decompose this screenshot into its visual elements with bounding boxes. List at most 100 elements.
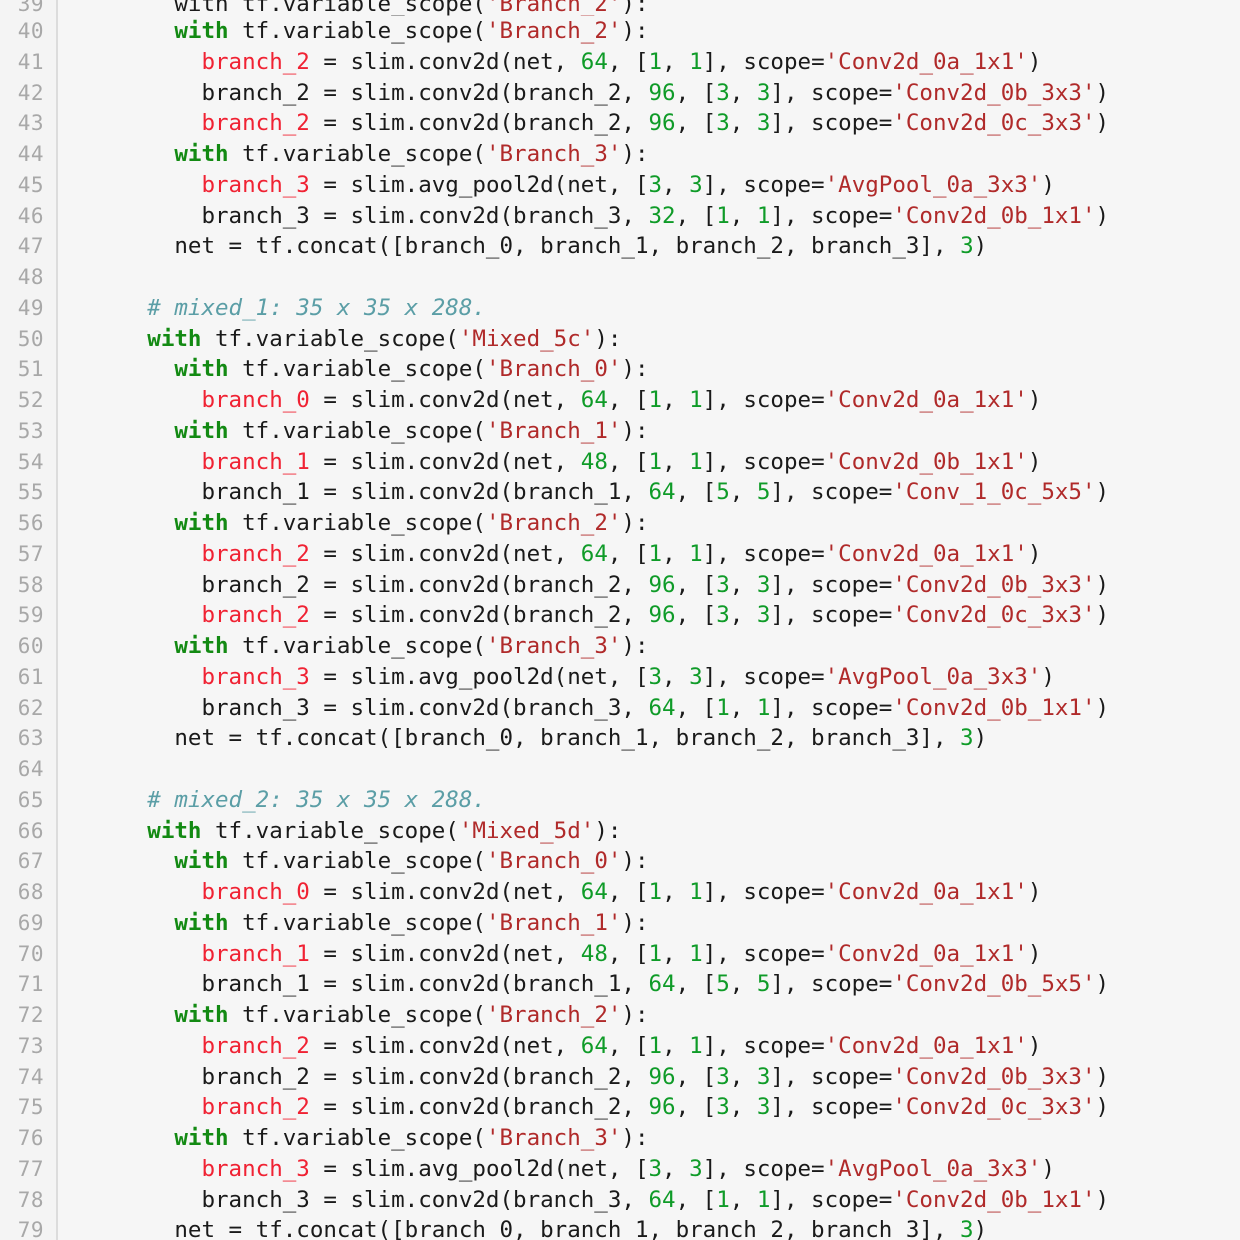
plain-token: tf.variable_scope(	[228, 848, 486, 875]
plain-token: branch_1 = slim.conv2d(branch_1,	[66, 479, 649, 506]
plain-token: ], scope=	[770, 971, 893, 998]
line-number: 45	[17, 172, 44, 197]
string-token: 'Mixed_5c'	[458, 325, 595, 352]
code-line[interactable]: with tf.variable_scope('Branch_2'):	[58, 0, 1240, 16]
code-line[interactable]: branch_3 = slim.avg_pool2d(net, [3, 3], …	[58, 1154, 1240, 1185]
line-number: 46	[17, 203, 44, 228]
code-line[interactable]	[58, 262, 1240, 293]
code-line[interactable]: with tf.variable_scope('Branch_0'):	[58, 846, 1240, 877]
code-line[interactable]: branch_3 = slim.conv2d(branch_3, 32, [1,…	[58, 201, 1240, 232]
number-token: 1	[648, 940, 663, 967]
string-token: 'AvgPool_0a_3x3'	[824, 663, 1042, 690]
plain-token: , [	[675, 479, 717, 506]
plain-token: )	[1095, 79, 1110, 106]
code-line[interactable]: with tf.variable_scope('Mixed_5d'):	[58, 816, 1240, 847]
plain-token: ,	[729, 694, 757, 721]
plain-token: ], scope=	[770, 110, 893, 137]
number-token: 1	[716, 1186, 730, 1213]
plain-token: ], scope=	[702, 448, 825, 475]
code-line[interactable]: net = tf.concat([branch_0, branch_1, bra…	[58, 231, 1240, 262]
plain-token: , [	[675, 79, 717, 106]
string-token: 'Conv_1_0c_5x5'	[892, 479, 1096, 506]
plain-token: tf.variable_scope(	[201, 325, 459, 352]
code-line[interactable]: with tf.variable_scope('Mixed_5c'):	[58, 324, 1240, 355]
line-number: 79	[17, 1218, 44, 1240]
code-line[interactable]: branch_1 = slim.conv2d(branch_1, 64, [5,…	[58, 969, 1240, 1000]
variable-token: branch_2	[201, 602, 310, 629]
number-token: 64	[580, 879, 608, 905]
code-line[interactable]: # mixed_2: 35 x 35 x 288.	[58, 785, 1240, 816]
plain-token: ], scope=	[770, 1094, 893, 1121]
code-line[interactable]: branch_2 = slim.conv2d(branch_2, 96, [3,…	[58, 570, 1240, 601]
plain-token: , [	[607, 540, 649, 567]
line-number: 73	[17, 1033, 44, 1058]
code-line[interactable]: branch_1 = slim.conv2d(net, 48, [1, 1], …	[58, 939, 1240, 970]
code-line[interactable]: branch_3 = slim.conv2d(branch_3, 64, [1,…	[58, 693, 1240, 724]
code-line[interactable]: branch_3 = slim.avg_pool2d(net, [3, 3], …	[58, 170, 1240, 201]
plain-token: tf.variable_scope(	[228, 141, 486, 167]
code-line[interactable]: branch_3 = slim.avg_pool2d(net, [3, 3], …	[58, 662, 1240, 693]
code-line[interactable]: branch_0 = slim.conv2d(net, 64, [1, 1], …	[58, 385, 1240, 416]
number-token: 1	[756, 694, 771, 721]
number-token: 32	[648, 202, 676, 229]
code-line[interactable]: with tf.variable_scope('Branch_2'):	[58, 16, 1240, 47]
plain-token: ,	[662, 940, 690, 967]
number-token: 1	[689, 48, 703, 75]
code-editor[interactable]: 39 40 41 42 43 44 45 46 47 48 49 50 51 52 53 54 55 56 57 58…	[0, 0, 1240, 1240]
plain-token: anch_0, branch_1, branch_2, branch_3],	[431, 233, 961, 260]
code-line[interactable]: branch_2 = slim.conv2d(net, 64, [1, 1], …	[58, 539, 1240, 570]
code-line[interactable]: branch_3 = slim.conv2d(branch_3, 64, [1,…	[58, 1185, 1240, 1216]
code-line[interactable]: branch_0 = slim.conv2d(net, 64, [1, 1], …	[58, 877, 1240, 908]
code-line[interactable]: with tf.variable_scope('Branch_3'):	[58, 631, 1240, 662]
code-line[interactable]: branch_1 = slim.conv2d(net, 48, [1, 1], …	[58, 447, 1240, 478]
number-token: 5	[716, 479, 730, 506]
code-line[interactable]: with tf.variable_scope('Branch_2'):	[58, 508, 1240, 539]
plain-token: ], scope=	[702, 387, 825, 413]
plain-token: )	[1095, 602, 1110, 629]
code-line[interactable]: branch_2 = slim.conv2d(branch_2, 96, [3,…	[58, 78, 1240, 109]
code-line[interactable]: branch_2 = slim.conv2d(branch_2, 96, [3,…	[58, 1092, 1240, 1123]
code-line[interactable]: branch_2 = slim.conv2d(branch_2, 96, [3,…	[58, 600, 1240, 631]
plain-token: tf.variable_scope(	[228, 633, 486, 659]
number-token: 3	[756, 1063, 771, 1090]
plain-token: = slim.conv2d(net,	[309, 540, 581, 567]
variable-token: branch_2	[201, 540, 310, 567]
variable-token: branch_0	[201, 879, 310, 905]
code-line[interactable]: with tf.variable_scope('Branch_1'):	[58, 416, 1240, 447]
code-line[interactable]: net = tf.concat([branch_0, branch_1, bra…	[58, 1215, 1240, 1240]
code-line[interactable]: with tf.variable_scope('Branch_3'):	[58, 139, 1240, 170]
plain-token: ,	[729, 1063, 757, 1090]
plain-token: = slim.avg_pool2d(net, [	[309, 171, 649, 198]
code-line[interactable]: with tf.variable_scope('Branch_0'):	[58, 354, 1240, 385]
number-token: 1	[716, 202, 730, 229]
code-line[interactable]: net = tf.concat([branch_0, branch_1, bra…	[58, 723, 1240, 754]
keyword-token: with	[174, 356, 229, 383]
code-line[interactable]: with tf.variable_scope('Branch_3'):	[58, 1123, 1240, 1154]
number-token: 3	[756, 79, 771, 106]
code-line[interactable]: branch_1 = slim.conv2d(branch_1, 64, [5,…	[58, 477, 1240, 508]
line-number-gutter: 39 40 41 42 43 44 45 46 47 48 49 50 51 52 53 54 55 56 57 58…	[0, 0, 58, 1240]
code-line[interactable]: branch_2 = slim.conv2d(net, 64, [1, 1], …	[58, 1031, 1240, 1062]
plain-token: ], scope=	[770, 1063, 893, 1090]
plain-token: ,	[729, 79, 757, 106]
plain-token: = slim.conv2d(branch_2,	[309, 1094, 649, 1121]
code-line[interactable]: # mixed_1: 35 x 35 x 288.	[58, 293, 1240, 324]
code-line[interactable]: with tf.variable_scope('Branch_1'):	[58, 908, 1240, 939]
keyword-token: with	[174, 909, 229, 936]
code-line[interactable]: branch_2 = slim.conv2d(net, 64, [1, 1], …	[58, 47, 1240, 78]
code-line[interactable]: with tf.variable_scope('Branch_2'):	[58, 1000, 1240, 1031]
plain-token: )	[1041, 663, 1055, 690]
code-text-area[interactable]: with tf.variable_scope('Branch_2'): with…	[58, 0, 1240, 1240]
code-line[interactable]: branch_2 = slim.conv2d(branch_2, 96, [3,…	[58, 1062, 1240, 1093]
code-line[interactable]: branch_2 = slim.conv2d(branch_2, 96, [3,…	[58, 108, 1240, 139]
string-token: 'Branch_0'	[485, 848, 622, 875]
plain-token: branch_3 = slim.conv2d(branch_3,	[66, 694, 649, 721]
line-number: 55	[17, 480, 44, 505]
code-line[interactable]	[58, 754, 1240, 785]
plain-token: , [	[675, 971, 717, 998]
